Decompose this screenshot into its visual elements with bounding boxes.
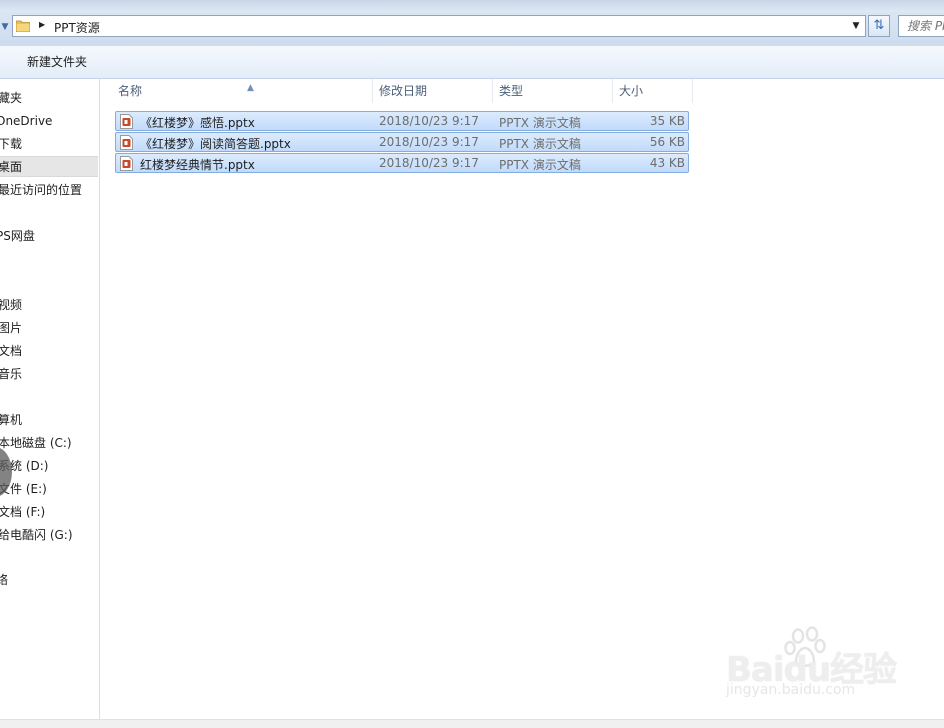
navigation-pane: 藏夹 OneDrive 下载 桌面 最近访问的位置 PS网盘 视频 图片 文档 …: [0, 79, 100, 719]
breadcrumb-current-folder[interactable]: PPT资源: [54, 19, 100, 36]
refresh-button[interactable]: ⇅: [868, 15, 890, 37]
file-row[interactable]: 红楼梦经典情节.pptx 2018/10/23 9:17 PPTX 演示文稿 4…: [115, 153, 689, 173]
file-row[interactable]: 《红楼梦》阅读简答题.pptx 2018/10/23 9:17 PPTX 演示文…: [115, 132, 689, 152]
file-name: 《红楼梦》阅读简答题.pptx: [140, 137, 291, 151]
column-header-row: 名称 ▲ 修改日期 类型 大小: [100, 79, 944, 103]
breadcrumb-separator-icon[interactable]: ▶: [39, 20, 45, 29]
nav-item-label: PS网盘: [0, 229, 35, 243]
nav-item-label: 络: [0, 573, 9, 587]
nav-item-label: 视频: [0, 298, 23, 312]
nav-item-computer[interactable]: 算机: [0, 410, 98, 431]
nav-item-favorites[interactable]: 藏夹: [0, 88, 98, 109]
file-modified-date: 2018/10/23 9:17: [379, 156, 479, 170]
nav-item-label: 文档 (F:): [0, 505, 46, 519]
nav-item-drive-d[interactable]: 系统 (D:): [0, 456, 98, 477]
nav-item-wps-drive[interactable]: PS网盘: [0, 226, 98, 247]
file-type: PPTX 演示文稿: [499, 116, 581, 130]
address-bar[interactable]: ▶ PPT资源 ▼: [12, 15, 866, 37]
file-modified-date: 2018/10/23 9:17: [379, 114, 479, 128]
file-type: PPTX 演示文稿: [499, 137, 581, 151]
nav-item-label: 本地磁盘 (C:): [0, 436, 72, 450]
nav-item-network[interactable]: 络: [0, 570, 98, 591]
pptx-file-icon: [120, 156, 133, 171]
file-size: 56 KB: [649, 135, 685, 149]
file-size: 35 KB: [649, 114, 685, 128]
nav-item-documents[interactable]: 文档: [0, 341, 98, 362]
nav-item-drive-c[interactable]: 本地磁盘 (C:): [0, 433, 98, 454]
nav-item-videos[interactable]: 视频: [0, 295, 98, 316]
column-header-modified[interactable]: 修改日期: [371, 79, 493, 103]
recent-locations-dropdown-icon[interactable]: ▼: [0, 20, 10, 34]
nav-item-pictures[interactable]: 图片: [0, 318, 98, 339]
nav-item-recent-places[interactable]: 最近访问的位置: [0, 180, 98, 201]
nav-item-label: OneDrive: [0, 114, 53, 128]
nav-item-label: 最近访问的位置: [0, 183, 83, 197]
nav-item-drive-g[interactable]: 给电酷闪 (G:): [0, 525, 98, 546]
baidu-jingyan-watermark: Baidu经验 jingyan.baidu.com: [722, 626, 902, 706]
file-row[interactable]: 《红楼梦》感悟.pptx 2018/10/23 9:17 PPTX 演示文稿 3…: [115, 111, 689, 131]
nav-item-label: 桌面: [0, 160, 23, 174]
address-history-dropdown-icon[interactable]: ▼: [849, 18, 863, 34]
command-bar: 新建文件夹: [0, 46, 944, 79]
address-toolbar: ▼ ▶ PPT资源 ▼ ⇅: [0, 0, 944, 46]
file-modified-date: 2018/10/23 9:17: [379, 135, 479, 149]
nav-item-label: 藏夹: [0, 91, 23, 105]
nav-item-label: 算机: [0, 413, 23, 427]
search-input[interactable]: [899, 16, 944, 35]
nav-item-onedrive[interactable]: OneDrive: [0, 111, 98, 132]
watermark-url: jingyan.baidu.com: [726, 682, 856, 698]
file-size: 43 KB: [649, 156, 685, 170]
nav-item-label: 音乐: [0, 367, 23, 381]
column-header-type[interactable]: 类型: [491, 79, 613, 103]
folder-icon: [16, 20, 30, 32]
nav-item-label: 文档: [0, 344, 23, 358]
nav-item-label: 下载: [0, 137, 23, 151]
file-name: 《红楼梦》感悟.pptx: [140, 116, 255, 130]
nav-item-music[interactable]: 音乐: [0, 364, 98, 385]
new-folder-button[interactable]: 新建文件夹: [20, 51, 94, 73]
column-header-label: 类型: [499, 84, 524, 98]
column-header-size[interactable]: 大小: [611, 79, 693, 103]
column-header-label: 大小: [619, 84, 644, 98]
nav-item-label: 图片: [0, 321, 23, 335]
sort-ascending-icon: ▲: [247, 83, 254, 93]
column-header-name[interactable]: 名称 ▲: [110, 79, 373, 103]
pptx-file-icon: [120, 135, 133, 150]
pptx-file-icon: [120, 114, 133, 129]
file-name: 红楼梦经典情节.pptx: [140, 158, 255, 172]
nav-item-label: 给电酷闪 (G:): [0, 528, 73, 542]
column-header-label: 名称: [118, 84, 143, 98]
refresh-icon: ⇅: [873, 18, 885, 33]
nav-item-drive-e[interactable]: 文件 (E:): [0, 479, 98, 500]
window-title-strip: [0, 0, 944, 12]
nav-item-downloads[interactable]: 下载: [0, 134, 98, 155]
nav-item-desktop[interactable]: 桌面: [0, 156, 98, 177]
search-box[interactable]: [898, 15, 944, 37]
column-header-label: 修改日期: [379, 84, 428, 98]
file-type: PPTX 演示文稿: [499, 158, 581, 172]
nav-item-drive-f[interactable]: 文档 (F:): [0, 502, 98, 523]
